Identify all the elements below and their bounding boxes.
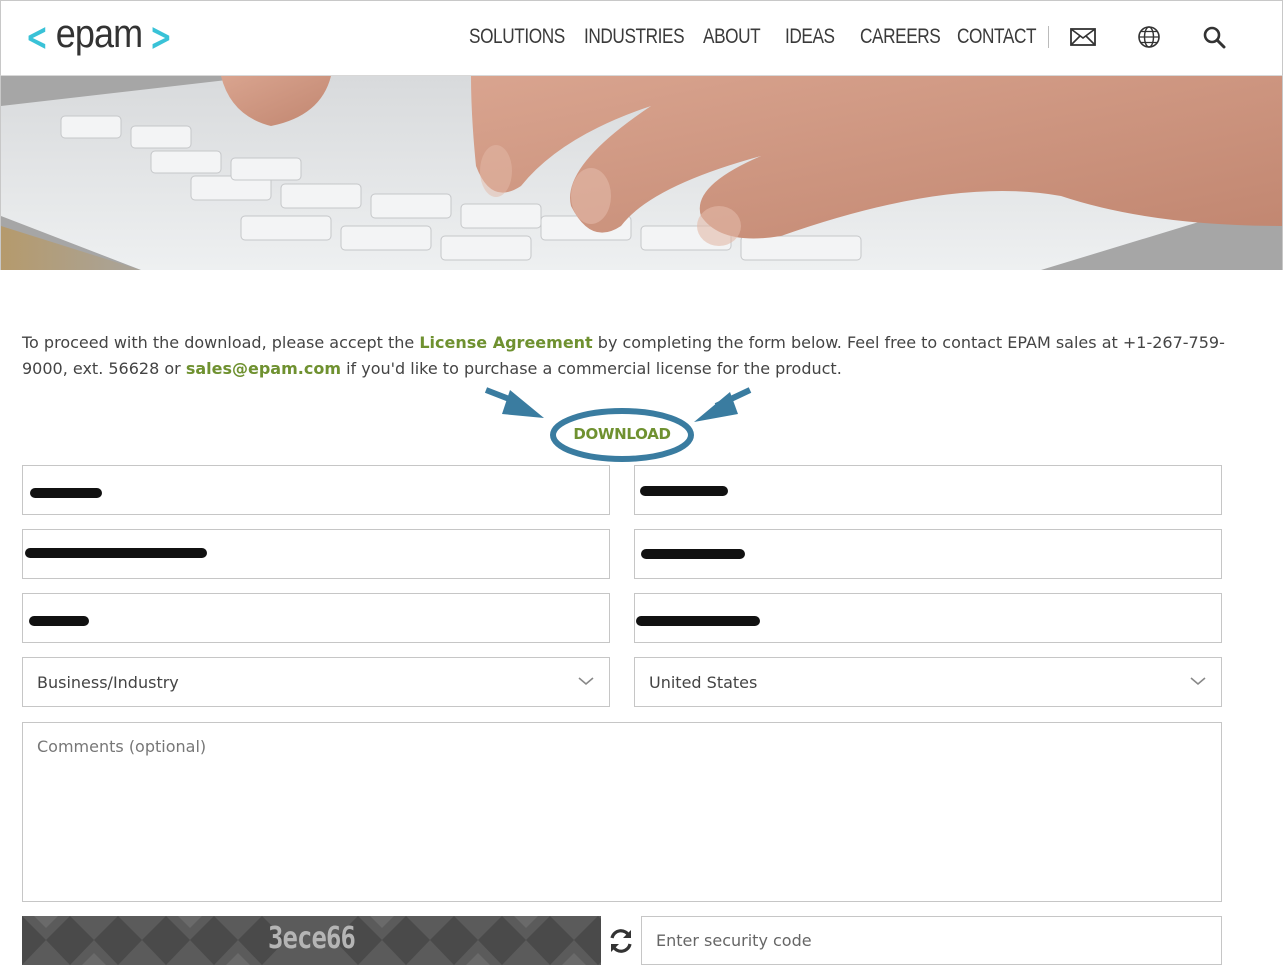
logo-left-bracket: <: [25, 15, 49, 59]
redaction-mark: [25, 548, 207, 558]
comments-textarea[interactable]: [23, 723, 1221, 901]
nav-ideas[interactable]: IDEAS: [785, 25, 835, 49]
last-name-field[interactable]: [634, 465, 1222, 515]
first-name-input[interactable]: [23, 466, 609, 514]
intro-paragraph: To proceed with the download, please acc…: [22, 330, 1232, 382]
company-field[interactable]: [22, 593, 610, 643]
intro-text-3: if you'd like to purchase a commercial l…: [341, 359, 842, 378]
security-code-field[interactable]: [641, 916, 1222, 965]
company-input[interactable]: [23, 594, 609, 642]
redaction-mark: [640, 486, 728, 496]
captcha-code: 3ece66: [268, 921, 356, 956]
logo-right-bracket: >: [149, 15, 172, 59]
email-field[interactable]: [22, 529, 610, 579]
redaction-mark: [641, 549, 745, 559]
industry-select-value: Business/Industry: [37, 672, 179, 692]
search-icon[interactable]: [1200, 23, 1228, 51]
comments-field[interactable]: [22, 722, 1222, 902]
captcha-image: 3ece66: [22, 916, 601, 965]
download-annotation: DOWNLOAD: [480, 380, 770, 468]
annotation-arrows-and-circle: [484, 387, 752, 462]
chevron-down-icon: [578, 677, 594, 686]
mail-icon[interactable]: [1069, 23, 1097, 51]
security-code-input[interactable]: [642, 917, 1221, 964]
nav-solutions[interactable]: SOLUTIONS: [469, 25, 565, 49]
nav-careers[interactable]: CAREERS: [860, 25, 941, 49]
site-header: < epam > SOLUTIONS INDUSTRIES ABOUT IDEA…: [0, 0, 1283, 76]
chevron-down-icon: [1190, 677, 1206, 686]
nav-contact[interactable]: CONTACT: [957, 25, 1036, 49]
logo-text: epam: [55, 12, 143, 56]
job-title-field[interactable]: [634, 593, 1222, 643]
globe-icon[interactable]: [1135, 23, 1163, 51]
download-link[interactable]: DOWNLOAD: [542, 425, 702, 443]
epam-logo[interactable]: < epam >: [21, 12, 177, 59]
industry-select[interactable]: Business/Industry: [22, 657, 610, 707]
sales-email-link[interactable]: sales@epam.com: [186, 359, 341, 378]
hero-keyboard-image: [0, 76, 1283, 270]
nav-industries[interactable]: INDUSTRIES: [584, 25, 685, 49]
first-name-field[interactable]: [22, 465, 610, 515]
refresh-captcha-icon[interactable]: [607, 927, 635, 955]
intro-text-1: To proceed with the download, please acc…: [22, 333, 420, 352]
redaction-mark: [29, 616, 89, 626]
redaction-mark: [30, 488, 102, 498]
redaction-mark: [636, 616, 760, 626]
nav-divider: [1048, 26, 1049, 48]
phone-field[interactable]: [634, 529, 1222, 579]
country-select[interactable]: United States: [634, 657, 1222, 707]
license-agreement-link[interactable]: License Agreement: [419, 333, 592, 352]
country-select-value: United States: [649, 672, 758, 692]
nav-about[interactable]: ABOUT: [703, 25, 761, 49]
